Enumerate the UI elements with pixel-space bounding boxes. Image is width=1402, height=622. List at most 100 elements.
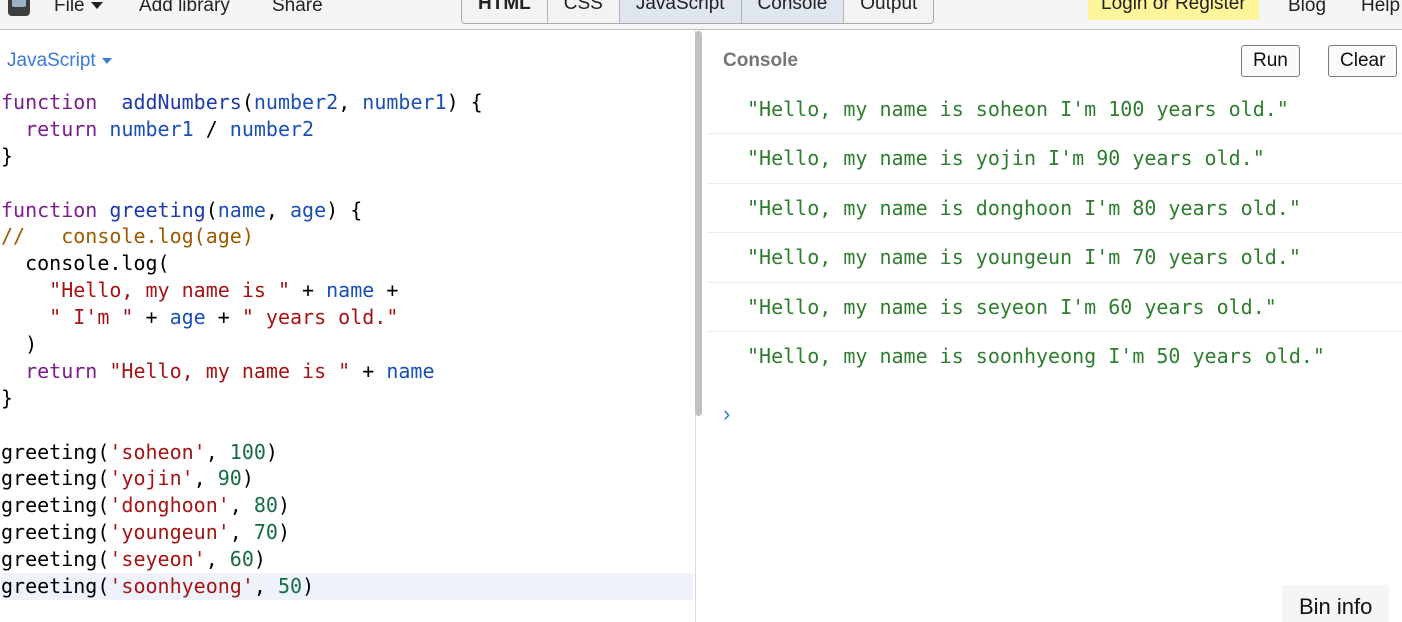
code-token: , [193,466,218,491]
javascript-editor-panel: JavaScript function addNumbers(number2, … [0,31,696,622]
console-log-entry: "Hello, my name is yojin I'm 90 years ol… [707,134,1402,184]
code-line[interactable]: console.log( [1,250,693,277]
code-token: number2 [253,90,339,114]
blog-link[interactable]: Blog [1288,0,1326,18]
bin-info-button[interactable]: Bin info [1282,585,1390,622]
code-line[interactable]: } [1,143,693,170]
editor-scrollbar[interactable] [695,31,702,416]
code-token: greeting( [1,466,110,491]
code-token: age [169,305,206,330]
code-token: , [205,439,230,464]
code-token: + [374,278,399,303]
code-token: } [1,385,14,410]
tab-javascript[interactable]: JavaScript [619,0,742,23]
share-menu[interactable]: Share [272,0,323,18]
console-log-entry: "Hello, my name is seyeon I'm 60 years o… [707,283,1402,332]
code-line[interactable]: return "Hello, my name is " + name [1,358,693,385]
code-line[interactable]: function addNumbers(number2, number1) { [1,89,693,116]
code-token: 70 [253,520,278,545]
code-token: number1 [362,90,447,114]
code-line[interactable]: function greeting(name, age) { [1,197,693,224]
code-token: function [1,197,98,222]
code-line[interactable]: } [1,385,693,412]
code-line[interactable]: ) [1,331,693,358]
code-token: greeting( [1,493,110,518]
tab-css[interactable]: CSS [547,0,620,23]
code-token: greeting( [1,574,110,599]
console-panel: Console Run Clear "Hello, my name is soh… [707,31,1402,622]
code-line[interactable]: greeting('youngeun', 70) [1,519,693,546]
code-token: ) [253,547,266,572]
console-log-entry: "Hello, my name is donghoon I'm 80 years… [707,184,1402,234]
code-token: 90 [217,466,242,491]
code-line[interactable]: greeting('yojin', 90) [1,465,693,492]
code-token: greeting( [1,547,110,572]
code-editor[interactable]: function addNumbers(number2, number1) { … [1,89,693,600]
code-token: name [386,358,435,383]
code-line[interactable]: return number1 / number2 [1,116,693,143]
code-token: 'seyeon' [109,547,206,572]
language-label: JavaScript [7,50,96,71]
code-token: function [1,90,98,114]
run-button[interactable]: Run [1241,45,1300,77]
code-token: " I'm " [49,305,134,330]
code-line[interactable]: // console.log(age) [1,223,693,250]
code-token: + [133,305,170,330]
console-log-list: "Hello, my name is soheon I'm 100 years … [707,85,1402,381]
language-selector[interactable]: JavaScript [7,50,112,72]
code-token: ) [265,439,278,464]
code-token: return [25,116,98,141]
code-line[interactable]: greeting('seyeon', 60) [1,546,693,573]
code-token: number1 [97,116,194,141]
code-line[interactable]: "Hello, my name is " + name + [1,277,693,304]
code-token: age [290,197,327,222]
clear-button[interactable]: Clear [1328,45,1398,77]
jsbin-logo-icon[interactable] [6,0,32,18]
console-log-entry: "Hello, my name is soonhyeong I'm 50 yea… [747,343,1325,368]
code-token: ( [241,90,254,114]
code-token: + [205,305,242,330]
add-library-menu[interactable]: Add library [139,0,230,18]
code-token: } [1,143,14,168]
code-token: 'donghoon' [109,493,230,518]
code-token: , [338,90,363,114]
code-token: name [217,197,266,222]
code-token: + [350,358,387,383]
code-line[interactable]: greeting('soonhyeong', 50) [1,573,693,600]
file-menu[interactable]: File [54,0,103,18]
console-log-entry: "Hello, my name is youngeun I'm 70 years… [707,233,1402,283]
code-token: ) { [446,90,483,114]
code-token: // console.log(age) [1,224,254,249]
code-token: greeting( [1,520,110,545]
code-token: ( [205,197,218,222]
code-line[interactable]: greeting('soheon', 100) [1,439,693,466]
code-token: ) [1,332,38,357]
console-title: Console [723,50,798,71]
code-token: 50 [277,574,303,599]
code-token: return [25,358,98,383]
code-token: number2 [229,116,315,141]
code-line[interactable] [1,170,693,197]
code-token: , [265,197,291,222]
code-token: + [290,278,327,303]
top-menu-bar: File Add library Share HTML CSS JavaScri… [0,0,1402,30]
code-token: console.log( [1,251,170,276]
help-link[interactable]: Help [1361,0,1400,18]
console-prompt-icon[interactable]: › [723,401,730,427]
caret-down-icon [101,57,112,64]
code-token: 'youngeun' [109,520,230,545]
tab-console[interactable]: Console [741,0,845,23]
code-token: , [229,493,254,518]
login-register-button[interactable]: Login or Register [1088,0,1259,20]
code-line[interactable]: greeting('donghoon', 80) [1,492,693,519]
code-line[interactable]: " I'm " + age + " years old." [1,304,693,331]
code-token: / [193,116,230,141]
tab-html[interactable]: HTML [462,0,548,23]
tab-output[interactable]: Output [844,0,934,23]
file-menu-label: File [54,0,85,16]
code-line[interactable] [1,412,693,439]
code-token: ) [302,574,315,599]
